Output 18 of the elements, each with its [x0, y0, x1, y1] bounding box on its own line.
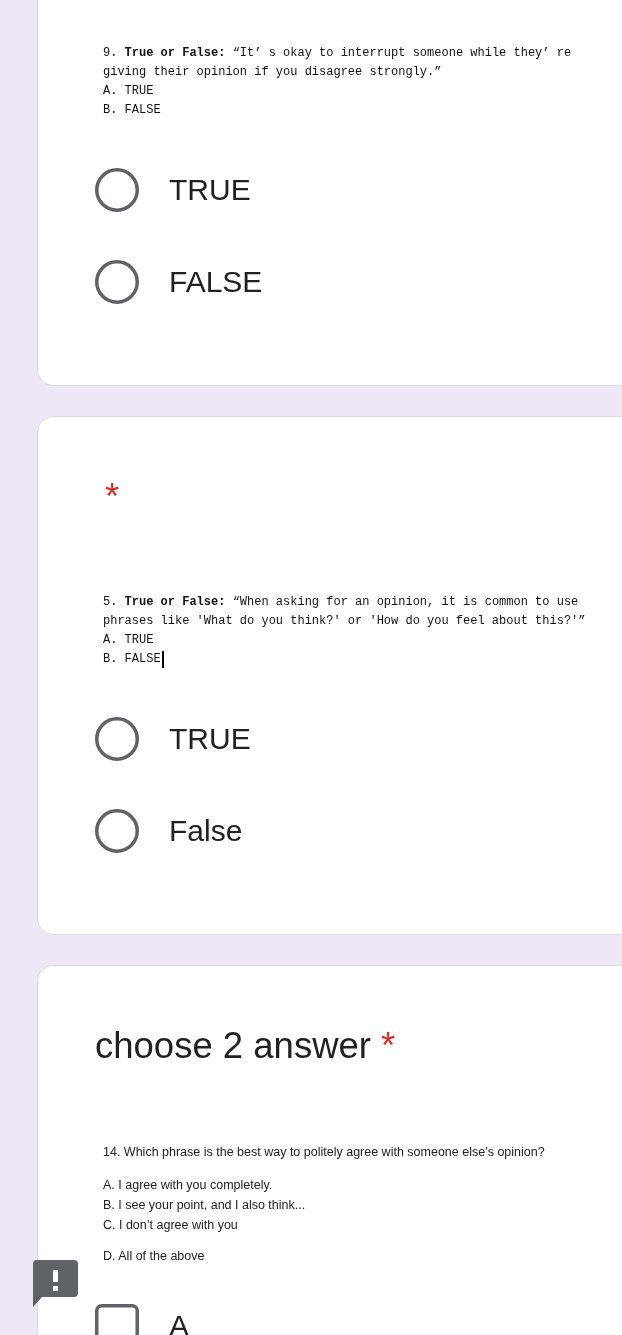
- question-text: 5. True or False: “When asking for an opinion, it is common to use phrases like 'What do you think?' or 'How do you feel about this?'”: [103, 594, 587, 630]
- answer-option-text: C. I don’t agree with you: [103, 1217, 238, 1234]
- answer-option-text: A. TRUE: [103, 632, 154, 649]
- answer-option-text: B. FALSE: [103, 102, 161, 119]
- question-text: 14. Which phrase is the best way to politely agree with someone else’s opinion?: [103, 1144, 546, 1161]
- radio-option[interactable]: TRUE: [95, 168, 251, 212]
- answer-option-text: A. I agree with you completely.: [103, 1177, 273, 1194]
- question-text: 9. True or False: “It’ s okay to interrupt someone while they’ re giving their opinion if you disagree strongly.”: [103, 45, 573, 81]
- answer-option-text: B. FALSE: [103, 651, 161, 668]
- question-title: choose 2 answer: [95, 1026, 371, 1066]
- required-asterisk: *: [105, 477, 120, 517]
- radio-option[interactable]: False: [95, 809, 243, 853]
- answer-option-text: D. All of the above: [103, 1248, 205, 1265]
- required-asterisk: *: [380, 1026, 396, 1066]
- radio-option[interactable]: FALSE: [95, 260, 263, 304]
- answer-option-text: A. TRUE: [103, 83, 154, 100]
- answer-option-text: B. I see your point, and I also think...: [103, 1197, 306, 1214]
- radio-option[interactable]: TRUE: [95, 717, 251, 761]
